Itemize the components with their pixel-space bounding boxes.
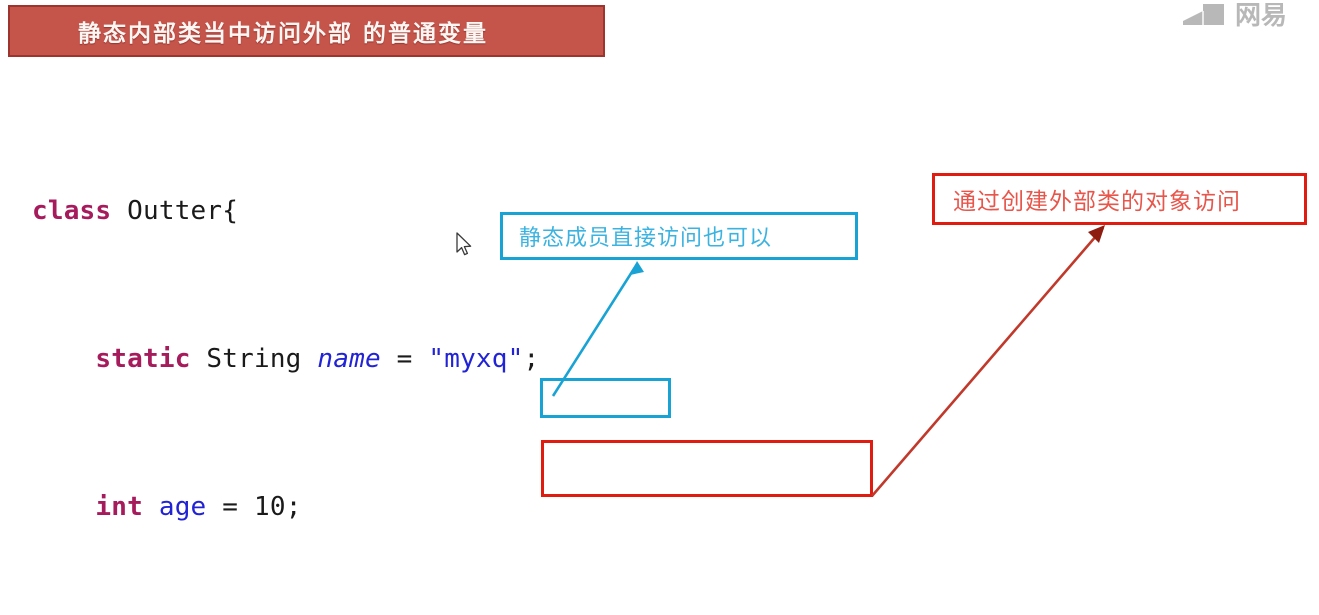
title-banner: 静态内部类当中访问外部 的普通变量 [8, 5, 605, 57]
red-annotation-box: 通过创建外部类的对象访问 [932, 173, 1307, 225]
watermark-label: 网易 [1235, 3, 1288, 29]
token-semicolon: ; [523, 344, 540, 374]
cyan-annotation-box: 静态成员直接访问也可以 [500, 212, 858, 260]
token-name-var: name [317, 344, 381, 374]
code-line: static String name = "myxq"; [32, 341, 809, 378]
token-age-var: age [158, 492, 207, 522]
token-assign: = [380, 344, 429, 374]
page-title: 静态内部类当中访问外部 的普通变量 [78, 20, 489, 47]
token-brace-open: { [222, 196, 239, 226]
cyan-annotation-label: 静态成员直接访问也可以 [519, 226, 773, 251]
red-code-highlight [541, 440, 873, 497]
red-annotation-label: 通过创建外部类的对象访问 [953, 189, 1241, 215]
token-int-literal: 10 [253, 492, 286, 522]
token-string-type: String [206, 344, 302, 374]
token-static-keyword: static [95, 344, 191, 374]
token-string-literal: "myxq" [428, 344, 524, 374]
slide-canvas: 静态内部类当中访问外部 的普通变量 网易 class Outter{ stati… [0, 0, 1319, 615]
cyan-code-highlight [540, 378, 671, 418]
open-book-icon [1181, 1, 1227, 32]
token-assign: = [206, 492, 254, 522]
mouse-pointer-icon [456, 232, 474, 258]
code-listing: class Outter{ static String name = "myxq… [32, 119, 809, 615]
red-arrow [871, 225, 1105, 497]
token-int-keyword: int [95, 492, 143, 522]
token-semicolon: ; [285, 492, 302, 522]
token-class-keyword: class [32, 196, 112, 226]
watermark: 网易 [1181, 0, 1319, 32]
token-outter-type: Outter [127, 196, 223, 226]
